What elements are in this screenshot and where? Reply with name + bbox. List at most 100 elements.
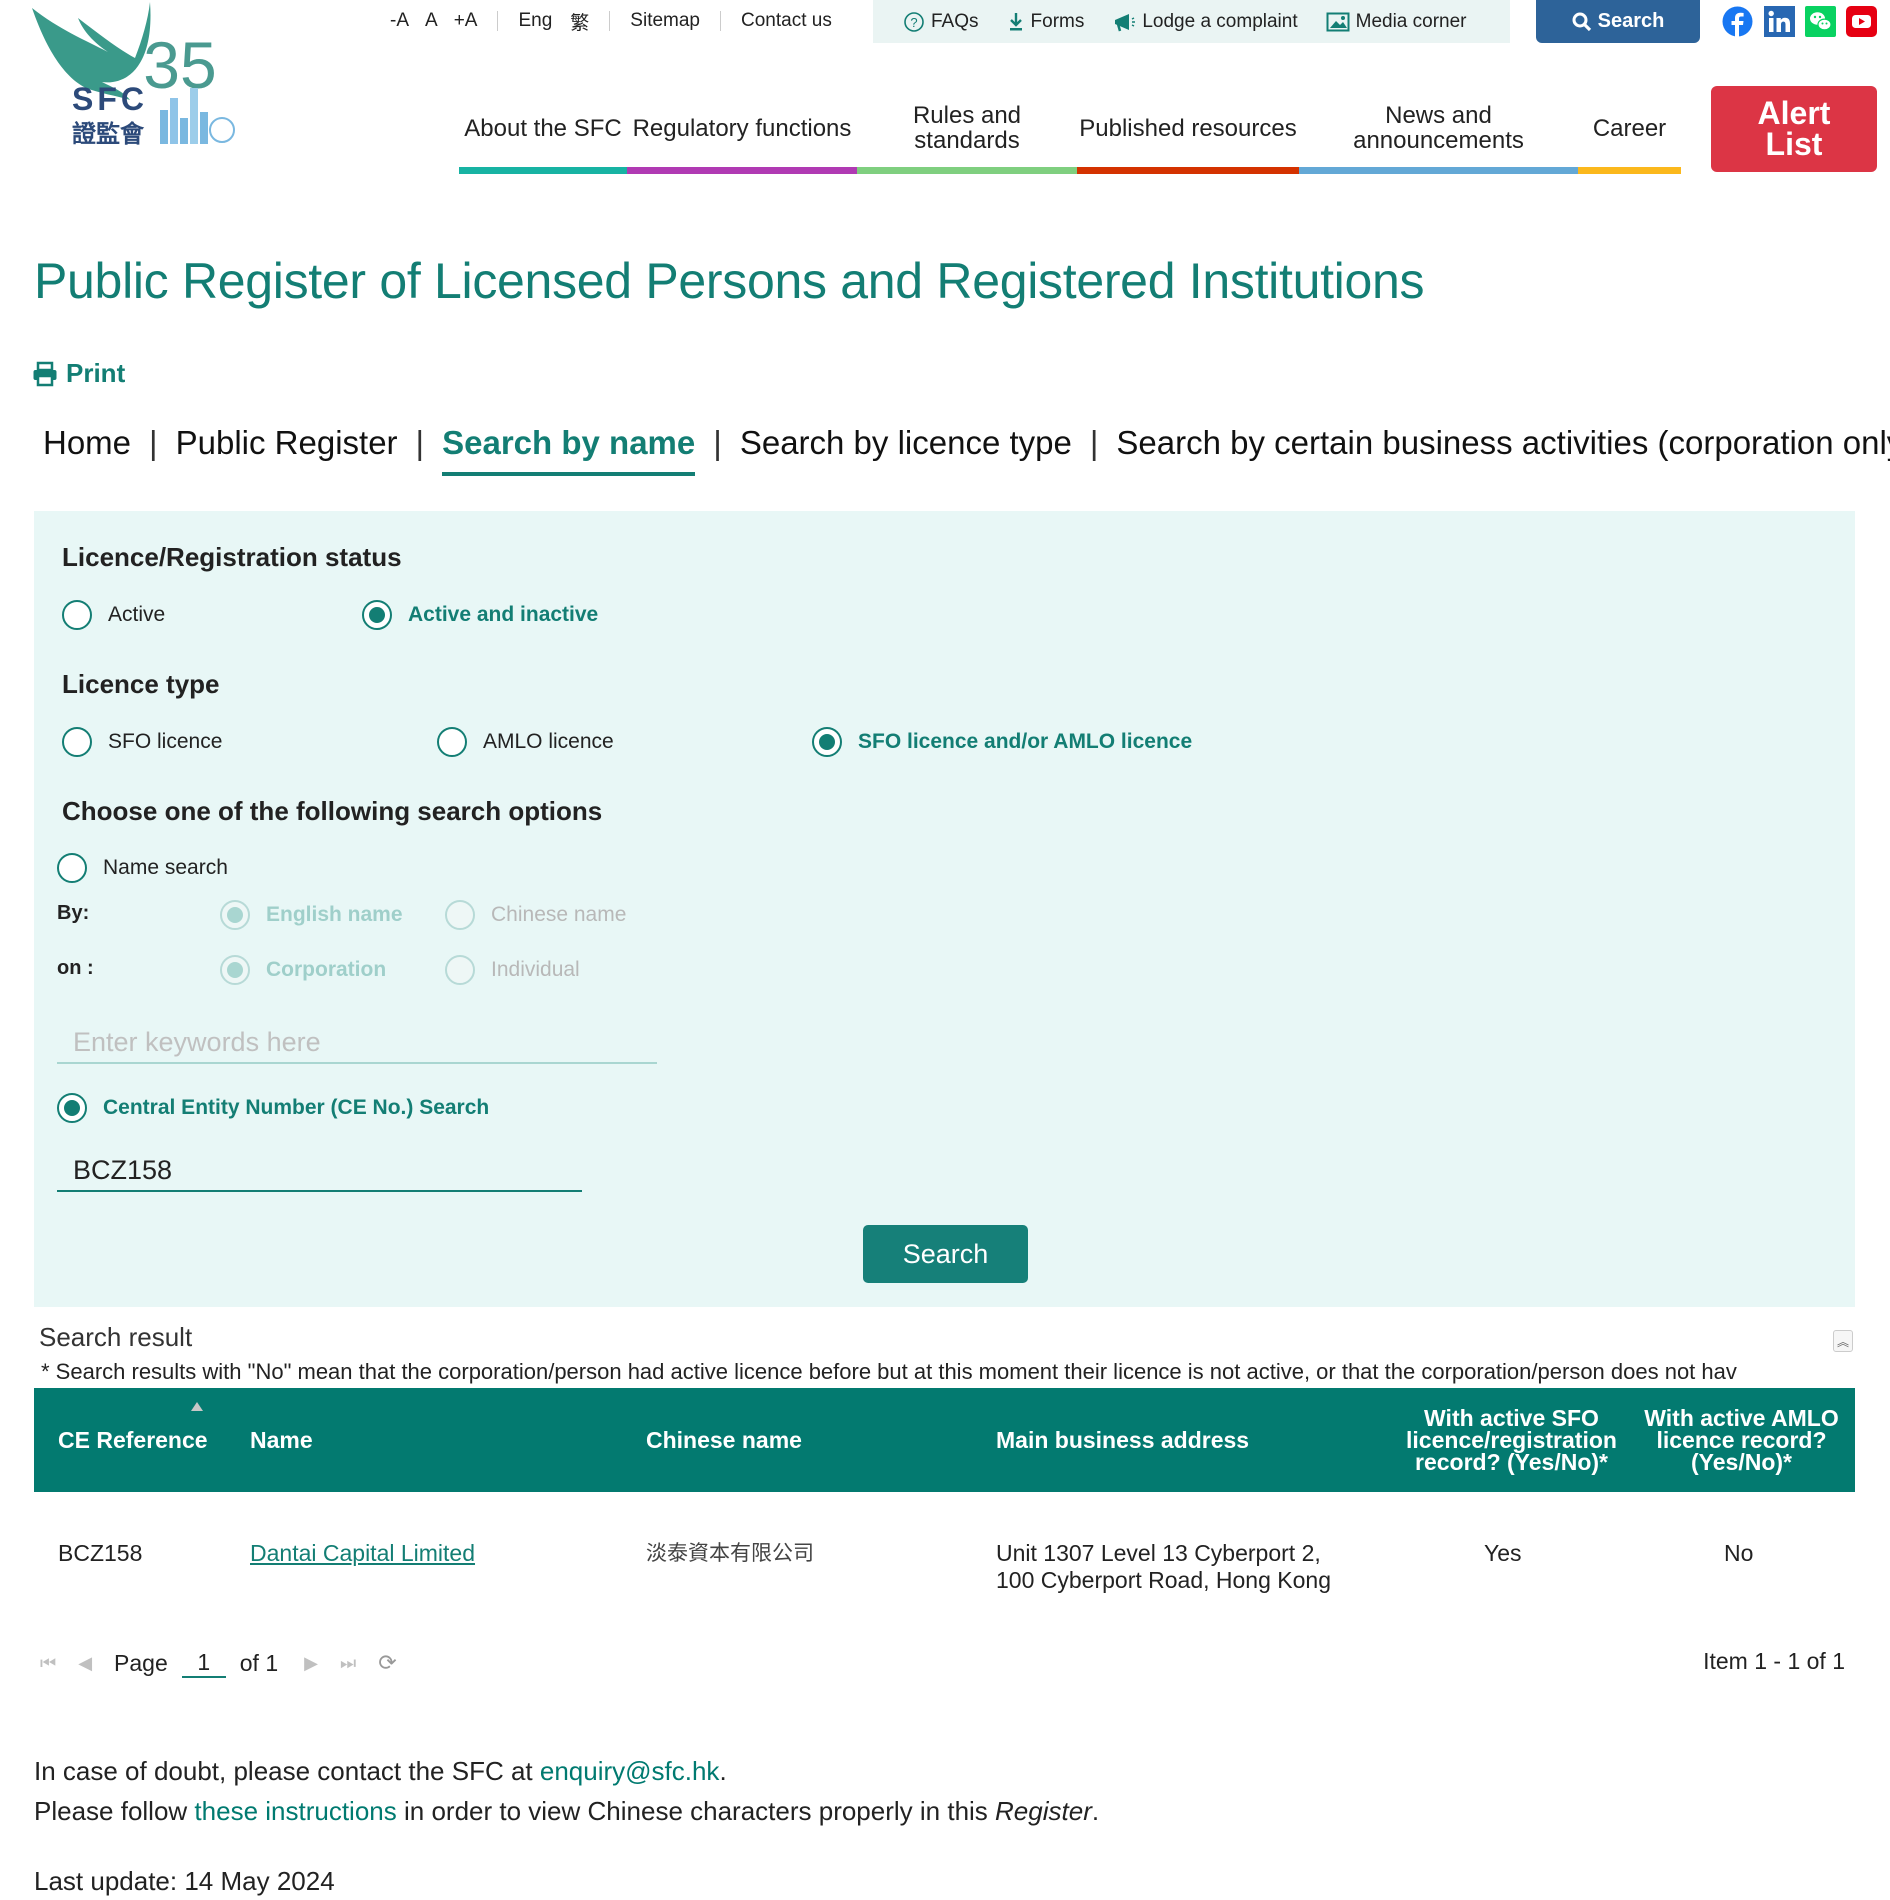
refresh-icon[interactable]: ⟳ [378, 1650, 396, 1676]
alert-list-label: Alert List [1757, 95, 1831, 162]
lang-english-link[interactable]: Eng [518, 10, 552, 32]
breadcrumb-separator: | [1089, 424, 1099, 461]
font-reset-button[interactable]: A [425, 10, 438, 32]
question-circle-icon: ? [904, 11, 924, 32]
col-ce-reference[interactable]: CE Reference [58, 1388, 208, 1492]
first-page-icon[interactable]: ⏮ [40, 1653, 56, 1674]
keyword-input[interactable]: Enter keywords here [57, 1020, 657, 1064]
ce-number-input[interactable]: BCZ158 [57, 1148, 582, 1192]
sfc-logo[interactable]: 35 SFC 證監會 [30, 0, 240, 148]
radio-circle [812, 727, 842, 757]
search-button[interactable]: Search [863, 1225, 1028, 1283]
radio-individual[interactable]: Individual [445, 955, 580, 985]
status-heading: Licence/Registration status [62, 542, 402, 572]
linkedin-link[interactable] [1764, 6, 1795, 37]
sitemap-link[interactable]: Sitemap [630, 10, 700, 32]
last-update: Last update: 14 May 2024 [34, 1866, 335, 1896]
licence-type-heading: Licence type [62, 669, 220, 699]
next-page-icon[interactable]: ▶ [304, 1653, 318, 1674]
page-total: of 1 [239, 1649, 279, 1676]
radio-label: SFO licence and/or AMLO licence [858, 730, 1193, 753]
font-decrease-button[interactable]: -A [390, 10, 409, 32]
nav-published-resources[interactable]: Published resources [1077, 98, 1299, 158]
contact-us-link[interactable]: Contact us [741, 10, 832, 32]
nav-color-bar [857, 167, 1077, 174]
radio-chinese-name[interactable]: Chinese name [445, 900, 626, 930]
print-label: Print [66, 358, 126, 388]
col-chinese-name[interactable]: Chinese name [646, 1388, 946, 1492]
megaphone-icon [1115, 13, 1136, 31]
radio-circle [445, 955, 475, 985]
radio-status-active-inactive[interactable]: Active and inactive [362, 600, 598, 630]
radio-circle [62, 600, 92, 630]
contact-note: In case of doubt, please contact the SFC… [34, 1756, 727, 1787]
font-increase-button[interactable]: +A [454, 10, 478, 32]
eagle-logo-icon: 35 SFC 證監會 [32, 2, 235, 148]
radio-sfo-and-or-amlo[interactable]: SFO licence and/or AMLO licence [812, 727, 1192, 757]
cell-ce-ref: BCZ158 [58, 1540, 143, 1566]
radio-label: Corporation [266, 958, 387, 981]
nav-about-sfc[interactable]: About the SFC [459, 98, 627, 158]
nav-rules-standards[interactable]: Rules and standards [857, 98, 1077, 158]
tab-search-by-name[interactable]: Search by name [442, 424, 696, 476]
site-search-button[interactable]: Search [1536, 0, 1700, 43]
radio-english-name[interactable]: English name [220, 900, 403, 930]
prev-page-icon[interactable]: ◀ [78, 1653, 92, 1674]
page-title: Public Register of Licensed Persons and … [34, 253, 1425, 309]
radio-label: Chinese name [491, 903, 627, 926]
media-corner-label: Media corner [1355, 10, 1467, 32]
faqs-link[interactable]: ? FAQs [903, 11, 979, 33]
nav-color-bar [1077, 167, 1299, 174]
svg-text:35: 35 [143, 28, 216, 102]
download-icon [1009, 12, 1022, 30]
col-sfo-record[interactable]: With active SFO licence/registration rec… [1399, 1388, 1624, 1492]
breadcrumb: Home | Public Register | Search by name … [43, 424, 1890, 476]
last-page-icon[interactable]: ⏭ [340, 1653, 356, 1674]
radio-corporation[interactable]: Corporation [220, 955, 386, 985]
cell-chinese-name: 淡泰資本有限公司 [646, 1541, 814, 1565]
entity-name-link[interactable]: Dantai Capital Limited [250, 1540, 475, 1567]
punctuation: . [719, 1756, 727, 1786]
enquiry-email-link[interactable]: enquiry@sfc.hk [540, 1756, 720, 1786]
media-corner-link[interactable]: Media corner [1326, 11, 1467, 33]
radio-sfo-licence[interactable]: SFO licence [62, 727, 222, 757]
radio-circle [62, 727, 92, 757]
col-amlo-record[interactable]: With active AMLO licence record? (Yes/No… [1634, 1388, 1849, 1492]
search-result-label: Search result [39, 1322, 193, 1352]
nav-career[interactable]: Career [1578, 98, 1681, 158]
radio-label: Active [108, 603, 166, 626]
radio-status-active[interactable]: Active [62, 600, 165, 630]
youtube-link[interactable] [1846, 6, 1877, 37]
search-icon [1572, 12, 1591, 31]
lodge-complaint-link[interactable]: Lodge a complaint [1112, 11, 1298, 33]
print-button[interactable]: Print [32, 358, 125, 389]
instructions-link[interactable]: these instructions [194, 1796, 404, 1826]
youtube-icon [1846, 6, 1877, 37]
radio-label: English name [266, 903, 403, 926]
nav-news-announcements[interactable]: News and announcements [1299, 98, 1578, 158]
radio-circle [437, 727, 467, 757]
on-label: on : [57, 957, 94, 979]
breadcrumb-home[interactable]: Home [43, 424, 131, 462]
col-name[interactable]: Name [250, 1388, 550, 1492]
pager: ⏮ ◀ Page 1 of 1 ▶ ⏭ ⟳ [40, 1645, 419, 1681]
sort-ascending-icon [191, 1402, 203, 1411]
radio-name-search[interactable]: Name search [57, 853, 228, 883]
page-number-input[interactable]: 1 [181, 1649, 226, 1678]
wechat-link[interactable] [1805, 6, 1836, 37]
nav-color-bar [459, 167, 627, 174]
lang-chinese-link[interactable]: 繁 [570, 8, 589, 35]
alert-list-button[interactable]: Alert List [1711, 86, 1877, 172]
breadcrumb-public-register[interactable]: Public Register [176, 424, 398, 462]
collapse-icon[interactable]: ︽ [1833, 1330, 1853, 1352]
radio-ce-number-search[interactable]: Central Entity Number (CE No.) Search [57, 1093, 489, 1123]
col-address[interactable]: Main business address [996, 1388, 1376, 1492]
nav-color-bar [1578, 167, 1681, 174]
nav-regulatory-functions[interactable]: Regulatory functions [627, 98, 857, 158]
radio-amlo-licence[interactable]: AMLO licence [437, 727, 614, 757]
facebook-link[interactable] [1722, 6, 1753, 37]
cell-address: Unit 1307 Level 13 Cyberport 2, 100 Cybe… [996, 1540, 1331, 1594]
tab-search-by-business-activities[interactable]: Search by certain business activities (c… [1116, 424, 1890, 462]
forms-link[interactable]: Forms [1007, 11, 1084, 33]
tab-search-by-licence-type[interactable]: Search by licence type [740, 424, 1072, 462]
